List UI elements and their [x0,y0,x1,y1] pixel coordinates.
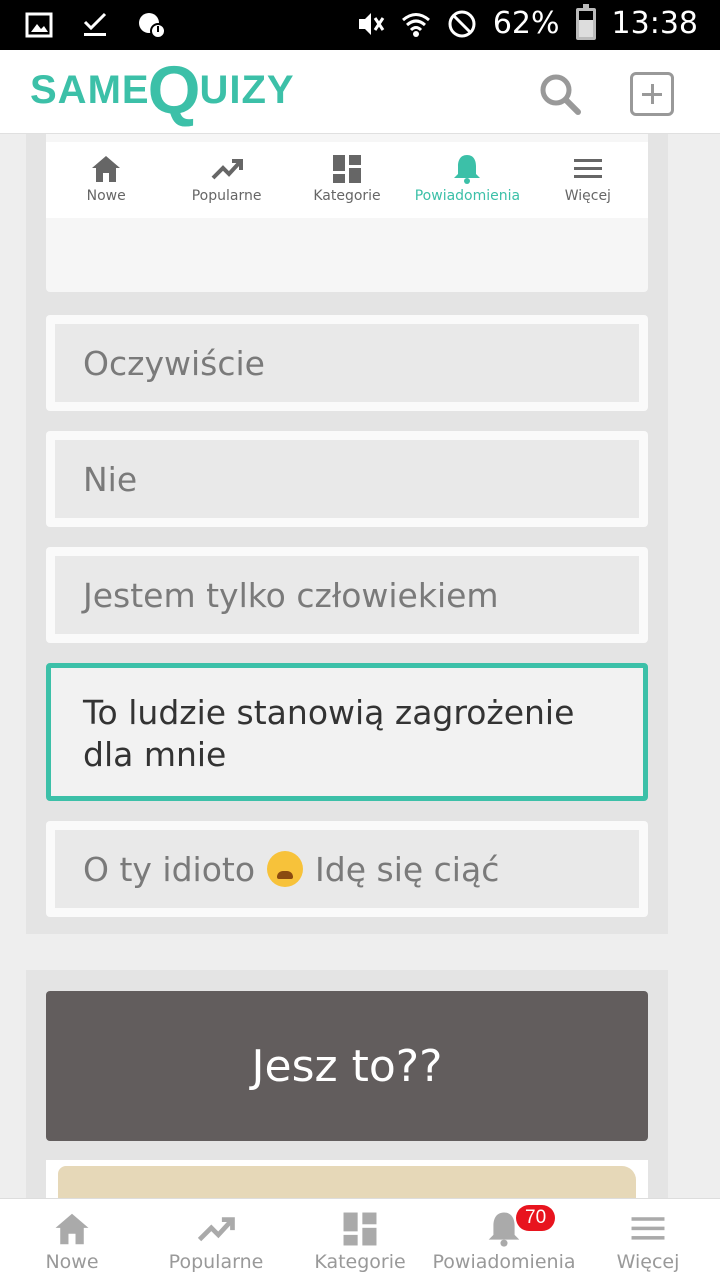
menu-icon [573,159,602,178]
answer-option[interactable]: O ty idioto Idę się ciąć [46,821,648,917]
logo-text-uizy: UIZY [199,68,295,112]
nav-label: Powiadomienia [432,1251,576,1273]
question-image: Nowe Popularne Kategorie Powiadomienia W… [46,134,648,292]
grid-icon [333,155,362,183]
trending-icon [197,1217,235,1242]
answer-text: Jestem tylko człowiekiem [55,556,639,634]
embedded-nav-item-powiadomienia: Powiadomienia [407,142,527,218]
embedded-nav-label: Popularne [191,188,262,204]
battery-icon [575,3,596,40]
nav-item-wiecej[interactable]: Więcej [576,1199,720,1280]
wifi-icon [401,12,430,37]
nav-item-popularne[interactable]: Popularne [144,1199,288,1280]
search-icon[interactable] [538,72,582,116]
crying-face-emoji [267,851,304,887]
embedded-nav-item-nowe: Nowe [46,142,166,218]
embedded-nav-item-kategorie: Kategorie [287,142,407,218]
battery-percent: 62% [492,6,560,41]
do-not-disturb-icon [448,10,476,37]
nav-item-kategorie[interactable]: Kategorie [288,1199,432,1280]
answer-text: Oczywiście [55,324,639,402]
bottom-nav: Nowe Popularne Kategorie Powiadomienia 7… [0,1198,720,1280]
status-bar: 62% 13:38 [0,0,720,50]
home-icon [55,1213,89,1245]
nav-label: Kategorie [314,1251,406,1273]
vibrate-mute-icon [358,12,385,35]
answer-option[interactable]: Oczywiście [46,315,648,411]
answer-text: To ludzie stanowią zagrożenie dla mnie [55,672,639,792]
notification-count-badge: 70 [516,1205,556,1231]
embedded-nav-label: Powiadomienia [414,188,521,204]
app-header: SAME Q UIZY [0,50,720,134]
home-icon [92,156,121,182]
logo-text-same: SAME [30,68,150,112]
add-quiz-button[interactable] [630,72,674,116]
answer-option[interactable]: Jestem tylko człowiekiem [46,547,648,643]
embedded-nav-label: Kategorie [313,188,381,204]
quiz-thumbnail [58,1166,636,1198]
answer-text-part: Idę się ciąć [315,849,500,889]
answer-text: O ty idioto Idę się ciąć [55,830,639,908]
location-alert-icon [139,13,166,39]
nav-item-powiadomienia[interactable]: Powiadomienia 70 [432,1199,576,1280]
download-done-icon [83,12,107,36]
embedded-nav-label: Nowe [86,188,126,204]
embedded-nav-label: Więcej [564,188,611,204]
clock: 13:38 [611,6,698,41]
nav-label: Nowe [45,1251,99,1273]
gallery-icon [25,12,53,38]
nav-label: Popularne [168,1251,264,1273]
samequizy-logo[interactable]: SAME Q UIZY [30,52,295,128]
next-quiz-title[interactable]: Jesz to?? [46,991,648,1141]
answer-option-selected[interactable]: To ludzie stanowią zagrożenie dla mnie [46,663,648,801]
nav-label: Więcej [616,1251,680,1273]
trending-icon [211,159,243,180]
embedded-nav-item-popularne: Popularne [166,142,286,218]
answer-option[interactable]: Nie [46,431,648,527]
bell-icon [454,155,481,184]
answer-text-part: O ty idioto [83,849,256,889]
embedded-nav-item-wiecej: Więcej [528,142,648,218]
embedded-nav-bar: Nowe Popularne Kategorie Powiadomienia W… [46,142,648,218]
grid-icon [343,1212,377,1246]
page-content: Nowe Popularne Kategorie Powiadomienia W… [0,134,720,1198]
menu-icon [631,1217,665,1240]
answer-text: Nie [55,440,639,518]
nav-item-nowe[interactable]: Nowe [0,1199,144,1280]
next-quiz-image[interactable] [46,1160,648,1198]
logo-text-q: Q [147,52,202,128]
